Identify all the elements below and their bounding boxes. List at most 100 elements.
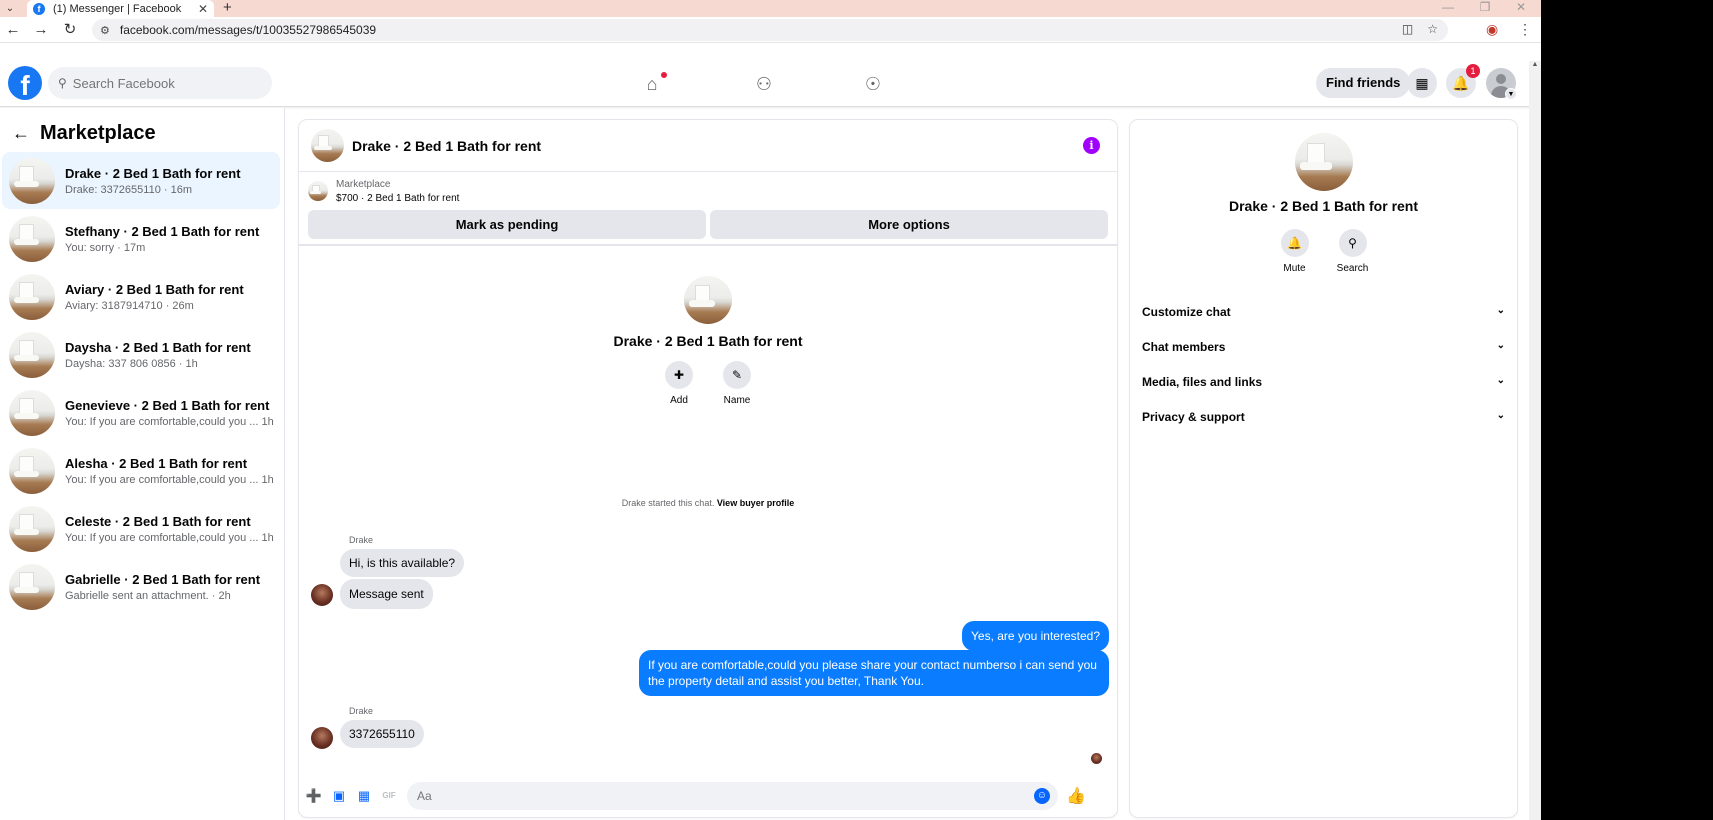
privacy-support-section[interactable]: Privacy & support ⌄ — [1130, 399, 1517, 434]
site-info-icon[interactable]: ⚙ — [100, 24, 110, 37]
tab-close-icon[interactable]: ✕ — [198, 2, 208, 16]
chevron-down-icon[interactable]: ▼ — [1505, 88, 1517, 100]
new-tab-icon[interactable]: + — [223, 0, 232, 17]
browser-tab[interactable]: f (1) Messenger | Facebook ✕ — [27, 0, 214, 17]
conversation-name: Alesha · 2 Bed 1 Bath for rent — [65, 455, 248, 471]
tab-strip: ⌄ f (1) Messenger | Facebook ✕ + — ❐ ✕ — [0, 0, 1541, 17]
emoji-icon[interactable]: ☺ — [1034, 788, 1050, 804]
add-button[interactable]: ✚ Add — [665, 361, 693, 406]
listing-label: Marketplace — [336, 178, 391, 190]
install-app-icon[interactable]: ◫ — [1402, 22, 1413, 36]
back-icon[interactable]: ← — [4, 21, 22, 39]
conversation-item[interactable]: Drake · 2 Bed 1 Bath for rent Drake: 3372… — [2, 152, 280, 209]
conversation-preview: Daysha: 337 806 0856 · 1h — [65, 357, 198, 370]
notifications-bell-icon[interactable]: 🔔 1 — [1446, 64, 1480, 98]
conversation-item[interactable]: Daysha · 2 Bed 1 Bath for rent Daysha: 33… — [2, 326, 280, 383]
conversation-item[interactable]: Celeste · 2 Bed 1 Bath for rent You: If y… — [2, 500, 280, 557]
plus-circle-icon[interactable]: ➕ — [305, 787, 323, 805]
chevron-down-icon: ⌄ — [1496, 305, 1505, 316]
conversation-name: Stefhany · 2 Bed 1 Bath for rent — [65, 223, 260, 239]
seen-receipt-avatar — [1091, 753, 1102, 764]
chat-members-section[interactable]: Chat members ⌄ — [1130, 329, 1517, 364]
facebook-search[interactable]: ⚲ — [48, 67, 272, 99]
add-person-icon: ✚ — [665, 361, 693, 389]
sticker-icon[interactable]: ▦ — [355, 787, 373, 805]
divider — [299, 239, 1117, 246]
back-arrow-icon[interactable]: ← — [12, 123, 30, 144]
listing-thumbnail — [9, 157, 55, 204]
minimize-icon[interactable]: — — [1438, 0, 1458, 17]
listing-summary[interactable]: Marketplace $700 · 2 Bed 1 Bath for rent — [299, 172, 1117, 210]
search-label: Search — [1336, 263, 1369, 274]
photo-icon[interactable]: ▣ — [330, 787, 348, 805]
listing-thumbnail — [308, 181, 328, 201]
sender-name: Drake — [349, 706, 374, 716]
conversation-name: Aviary · 2 Bed 1 Bath for rent — [65, 281, 244, 297]
sidebar-title: Marketplace — [40, 121, 156, 144]
details-name: Drake · 2 Bed 1 Bath for rent — [1228, 198, 1419, 214]
gif-icon[interactable]: GIF — [380, 787, 398, 805]
more-options-button[interactable]: More options — [710, 210, 1108, 239]
restore-icon[interactable]: ❐ — [1475, 0, 1495, 17]
conversation-item[interactable]: Genevieve · 2 Bed 1 Bath for rent You: If… — [2, 384, 280, 441]
forward-icon[interactable]: → — [32, 21, 50, 39]
listing-thumbnail — [9, 505, 55, 552]
message-input[interactable] — [417, 789, 997, 803]
message-bubble-outgoing[interactable]: If you are comfortable,could you please … — [639, 650, 1109, 696]
profile-icon[interactable]: ◉ — [1486, 21, 1498, 38]
search-button[interactable]: ⚲ Search — [1337, 229, 1368, 274]
name-button[interactable]: ✎ Name — [723, 361, 751, 406]
conversation-item[interactable]: Alesha · 2 Bed 1 Bath for rent You: If yo… — [2, 442, 280, 499]
facebook-logo-icon[interactable]: f — [8, 66, 42, 100]
drake-avatar[interactable] — [311, 727, 333, 749]
message-bubble[interactable]: 3372655110 — [340, 720, 424, 748]
chat-avatar[interactable] — [311, 129, 344, 162]
search-input[interactable] — [72, 75, 243, 91]
add-label: Add — [670, 395, 688, 406]
listing-thumbnail — [9, 215, 55, 262]
name-label: Name — [723, 395, 751, 406]
listing-thumbnail — [9, 563, 55, 610]
view-buyer-profile-link[interactable]: View buyer profile — [717, 498, 794, 508]
address-bar-row: ← → ↻ ⚙ facebook.com/messages/t/10035527… — [0, 17, 1541, 43]
chrome-menu-icon[interactable]: ⋮ — [1518, 21, 1532, 38]
tab-search-icon[interactable]: ⌄ — [3, 0, 17, 17]
url-text[interactable]: facebook.com/messages/t/1003552798654503… — [120, 23, 376, 37]
message-bubble[interactable]: Message sent — [340, 579, 433, 609]
search-icon: ⚲ — [1338, 229, 1367, 257]
chevron-down-icon: ⌄ — [1496, 410, 1505, 421]
friends-icon[interactable]: ⚇ — [751, 71, 777, 97]
conversation-item[interactable]: Gabrielle · 2 Bed 1 Bath for rent Gabriel… — [2, 558, 280, 615]
media-files-links-section[interactable]: Media, files and links ⌄ — [1130, 364, 1517, 399]
mark-as-pending-button[interactable]: Mark as pending — [308, 210, 706, 239]
omnibox[interactable]: ⚙ facebook.com/messages/t/10035527986545… — [92, 19, 1448, 41]
chat-title[interactable]: Drake · 2 Bed 1 Bath for rent — [352, 138, 541, 154]
thumbs-up-icon[interactable]: 👍 — [1066, 786, 1086, 806]
drake-avatar[interactable] — [311, 584, 333, 606]
groups-icon[interactable]: ☉ — [860, 71, 886, 97]
home-icon[interactable]: ⌂ — [639, 71, 667, 97]
message-bubble-outgoing[interactable]: Yes, are you interested? — [962, 621, 1109, 651]
conversation-name: Drake · 2 Bed 1 Bath for rent — [65, 165, 241, 181]
reload-icon[interactable]: ↻ — [61, 21, 79, 39]
find-friends-button[interactable]: Find friends — [1316, 68, 1411, 98]
scroll-up-icon[interactable]: ▲ — [1529, 61, 1541, 68]
conversation-item[interactable]: Aviary · 2 Bed 1 Bath for rent Aviary: 31… — [2, 268, 280, 325]
mute-label: Mute — [1283, 263, 1306, 274]
conversation-preview: Gabrielle sent an attachment. · 2h — [65, 589, 231, 602]
conversation-name: Daysha · 2 Bed 1 Bath for rent — [65, 339, 251, 355]
intro-avatar — [684, 276, 732, 324]
info-icon[interactable]: i — [1083, 137, 1100, 154]
conversation-preview: Aviary: 3187914710 · 26m — [65, 299, 194, 312]
message-input-wrap[interactable]: ☺ — [407, 782, 1058, 810]
customize-chat-section[interactable]: Customize chat ⌄ — [1130, 294, 1517, 329]
bookmark-star-icon[interactable]: ☆ — [1427, 22, 1438, 36]
section-label: Chat members — [1142, 339, 1226, 354]
conversation-preview: You: sorry · 17m — [65, 241, 146, 254]
menu-grid-icon[interactable]: ▦ — [1407, 68, 1437, 98]
mute-button[interactable]: 🔔 Mute — [1280, 229, 1309, 274]
window-close-icon[interactable]: ✕ — [1511, 0, 1531, 17]
message-bubble[interactable]: Hi, is this available? — [340, 549, 465, 577]
conversation-item[interactable]: Stefhany · 2 Bed 1 Bath for rent You: sor… — [2, 210, 280, 267]
page-scrollbar[interactable]: ▲ — [1529, 61, 1541, 820]
